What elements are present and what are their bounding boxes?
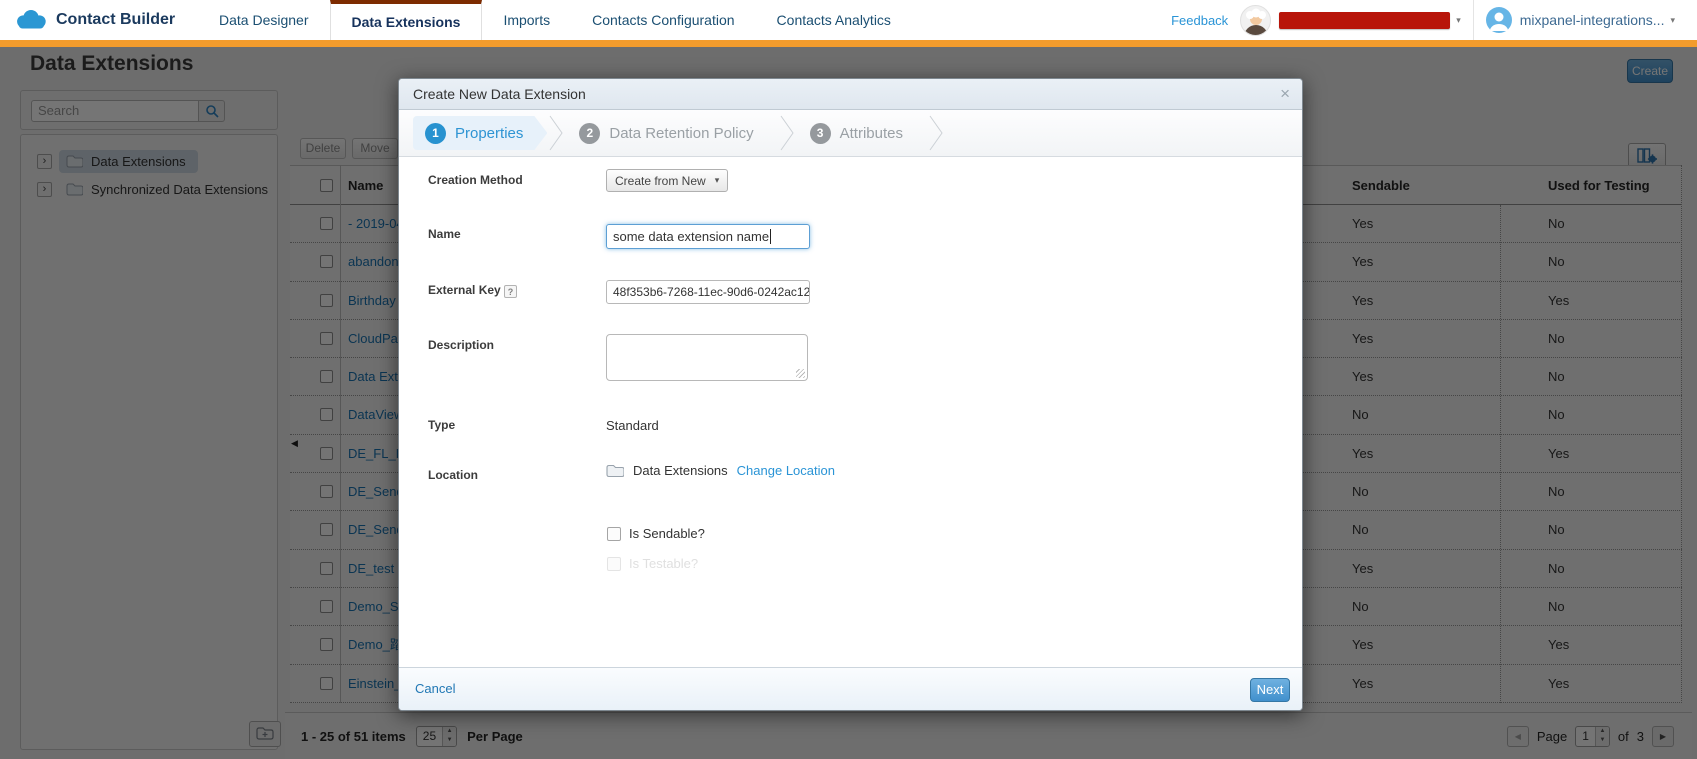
step-body: 3 Attributes: [798, 116, 927, 150]
modal-title: Create New Data Extension: [413, 86, 586, 102]
top-nav: Contact Builder Data Designer Data Exten…: [0, 0, 1697, 40]
einstein-icon: [1241, 6, 1271, 36]
modal-body: Creation Method Create from New ▾ Name s…: [399, 157, 1302, 667]
name-label: Name: [428, 227, 461, 241]
step-label: Properties: [455, 125, 523, 142]
help-icon[interactable]: ?: [504, 285, 517, 298]
is-testable-row: Is Testable?: [607, 556, 698, 571]
chevron-down-icon[interactable]: ▾: [1456, 15, 1461, 26]
redacted-org-name[interactable]: [1279, 12, 1450, 29]
nav-tab-label: Data Designer: [219, 12, 309, 28]
person-icon: [1486, 7, 1512, 33]
nav-right: Feedback ▾ mixpanel-integrations... ▾: [1171, 0, 1697, 40]
text-cursor: [770, 229, 771, 244]
description-textarea[interactable]: [606, 334, 808, 381]
chevron-down-icon: ▾: [715, 175, 720, 186]
nav-tab[interactable]: Contacts Configuration: [571, 0, 755, 40]
is-sendable-row: Is Sendable?: [607, 526, 705, 541]
location-value: Data Extensions: [633, 463, 728, 478]
nav-tab-label: Contacts Configuration: [592, 12, 734, 28]
creation-method-value: Create from New: [615, 174, 706, 188]
description-label: Description: [428, 338, 494, 352]
location-row: Data Extensions Change Location: [606, 463, 835, 478]
step-number-badge: 3: [810, 123, 831, 144]
close-icon[interactable]: ×: [1280, 79, 1290, 109]
name-input[interactable]: some data extension name: [606, 224, 810, 249]
step-body: 2 Data Retention Policy: [567, 116, 777, 150]
is-sendable-checkbox[interactable]: [607, 527, 621, 541]
step-number-badge: 2: [579, 123, 600, 144]
step-number-badge: 1: [425, 123, 446, 144]
creation-method-label: Creation Method: [428, 173, 523, 187]
change-location-link[interactable]: Change Location: [737, 463, 835, 478]
wizard-steps: 1 Properties 2 Data Retention Policy 3 A…: [399, 110, 1302, 157]
chevron-separator-icon: [549, 115, 563, 151]
wizard-step[interactable]: 1 Properties: [413, 115, 567, 151]
wizard-step[interactable]: 3 Attributes: [798, 115, 947, 151]
nav-tab-label: Contacts Analytics: [777, 12, 891, 28]
create-data-extension-modal: Create New Data Extension × 1 Properties…: [398, 78, 1303, 711]
name-input-value: some data extension name: [613, 229, 769, 244]
chevron-separator-icon: [780, 115, 794, 151]
nav-tab[interactable]: Contacts Analytics: [756, 0, 912, 40]
feedback-link[interactable]: Feedback: [1171, 13, 1228, 28]
app-title: Contact Builder: [56, 11, 175, 29]
cancel-link[interactable]: Cancel: [415, 668, 455, 710]
location-label: Location: [428, 468, 478, 482]
modal-title-bar: Create New Data Extension ×: [399, 79, 1302, 110]
external-key-input[interactable]: 48f353b6-7268-11ec-90d6-0242ac1200: [606, 280, 810, 304]
is-testable-checkbox: [607, 557, 621, 571]
creation-method-dropdown[interactable]: Create from New ▾: [606, 169, 728, 192]
nav-tab[interactable]: Data Designer: [198, 0, 330, 40]
user-avatar[interactable]: [1486, 7, 1512, 33]
chevron-separator-icon: [929, 115, 943, 151]
is-sendable-label: Is Sendable?: [629, 526, 705, 541]
brand: Contact Builder: [14, 0, 175, 40]
nav-tab-label: Imports: [503, 12, 550, 28]
cloud-logo: [14, 8, 48, 32]
type-label: Type: [428, 418, 455, 432]
step-label: Data Retention Policy: [609, 125, 753, 142]
nav-divider: [1473, 0, 1474, 40]
einstein-avatar[interactable]: [1240, 5, 1271, 36]
is-testable-label: Is Testable?: [629, 556, 698, 571]
nav-tab[interactable]: Imports: [482, 0, 571, 40]
folder-icon: [606, 464, 624, 478]
chevron-down-icon[interactable]: ▾: [1670, 15, 1675, 26]
step-label: Attributes: [840, 125, 903, 142]
wizard-step[interactable]: 2 Data Retention Policy: [567, 115, 797, 151]
nav-tabs: Data Designer Data Extensions Imports Co…: [198, 0, 912, 40]
modal-footer: Cancel Next: [399, 667, 1302, 710]
step-body: 1 Properties: [413, 116, 547, 150]
nav-tab[interactable]: Data Extensions: [330, 0, 483, 40]
external-key-value: 48f353b6-7268-11ec-90d6-0242ac1200: [613, 285, 810, 299]
accent-bar: [0, 40, 1697, 47]
nav-tab-label: Data Extensions: [352, 14, 461, 30]
external-key-label: External Key: [428, 283, 501, 297]
app-root: Contact Builder Data Designer Data Exten…: [0, 0, 1697, 759]
account-name[interactable]: mixpanel-integrations...: [1520, 12, 1665, 28]
next-button[interactable]: Next: [1250, 678, 1290, 702]
type-value: Standard: [606, 418, 659, 433]
